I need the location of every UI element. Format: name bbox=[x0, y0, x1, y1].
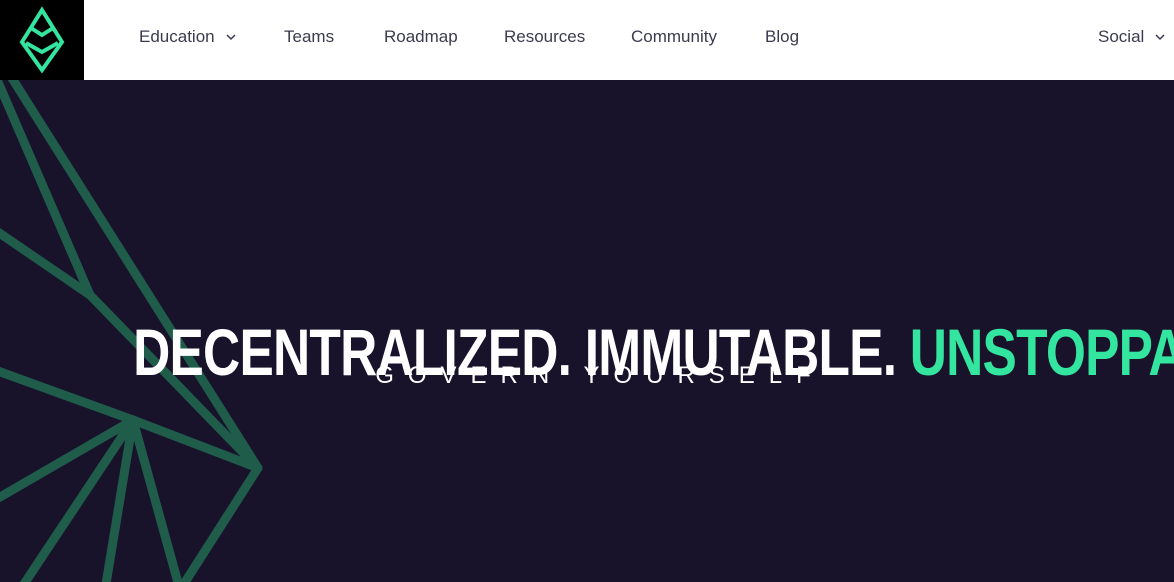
nav-education-label: Education bbox=[139, 27, 215, 46]
nav-resources-label: Resources bbox=[504, 27, 586, 46]
nav-blog-label: Blog bbox=[765, 27, 800, 46]
nav-resources-link[interactable]: Resources bbox=[504, 24, 585, 50]
nav-teams-label: Teams bbox=[284, 27, 335, 46]
nav-teams-link[interactable]: Teams bbox=[284, 24, 334, 50]
nav-community-link[interactable]: Community bbox=[631, 24, 717, 50]
nav-social-label: Social bbox=[1098, 27, 1145, 46]
hero-tagline: GOVERN YOURSELF bbox=[375, 362, 825, 389]
nav-roadmap-label: Roadmap bbox=[384, 27, 458, 46]
nav-social-dropdown[interactable]: Social bbox=[1098, 24, 1166, 50]
chevron-down-icon bbox=[226, 34, 236, 41]
nav-blog-link[interactable]: Blog bbox=[765, 24, 799, 50]
nav-education-dropdown[interactable]: Education bbox=[139, 24, 237, 50]
hero-section: DECENTRALIZED. IMMUTABLE. UNSTOPPABLE. G… bbox=[0, 80, 1174, 582]
chevron-down-icon bbox=[1155, 34, 1165, 41]
nav-roadmap-link[interactable]: Roadmap bbox=[384, 24, 458, 50]
logo-link[interactable] bbox=[0, 0, 84, 80]
etc-diamond-logo-icon bbox=[19, 6, 65, 74]
nav-community-label: Community bbox=[631, 27, 717, 46]
top-navigation-bar: Education Teams Roadmap Resources Commun… bbox=[0, 0, 1174, 80]
